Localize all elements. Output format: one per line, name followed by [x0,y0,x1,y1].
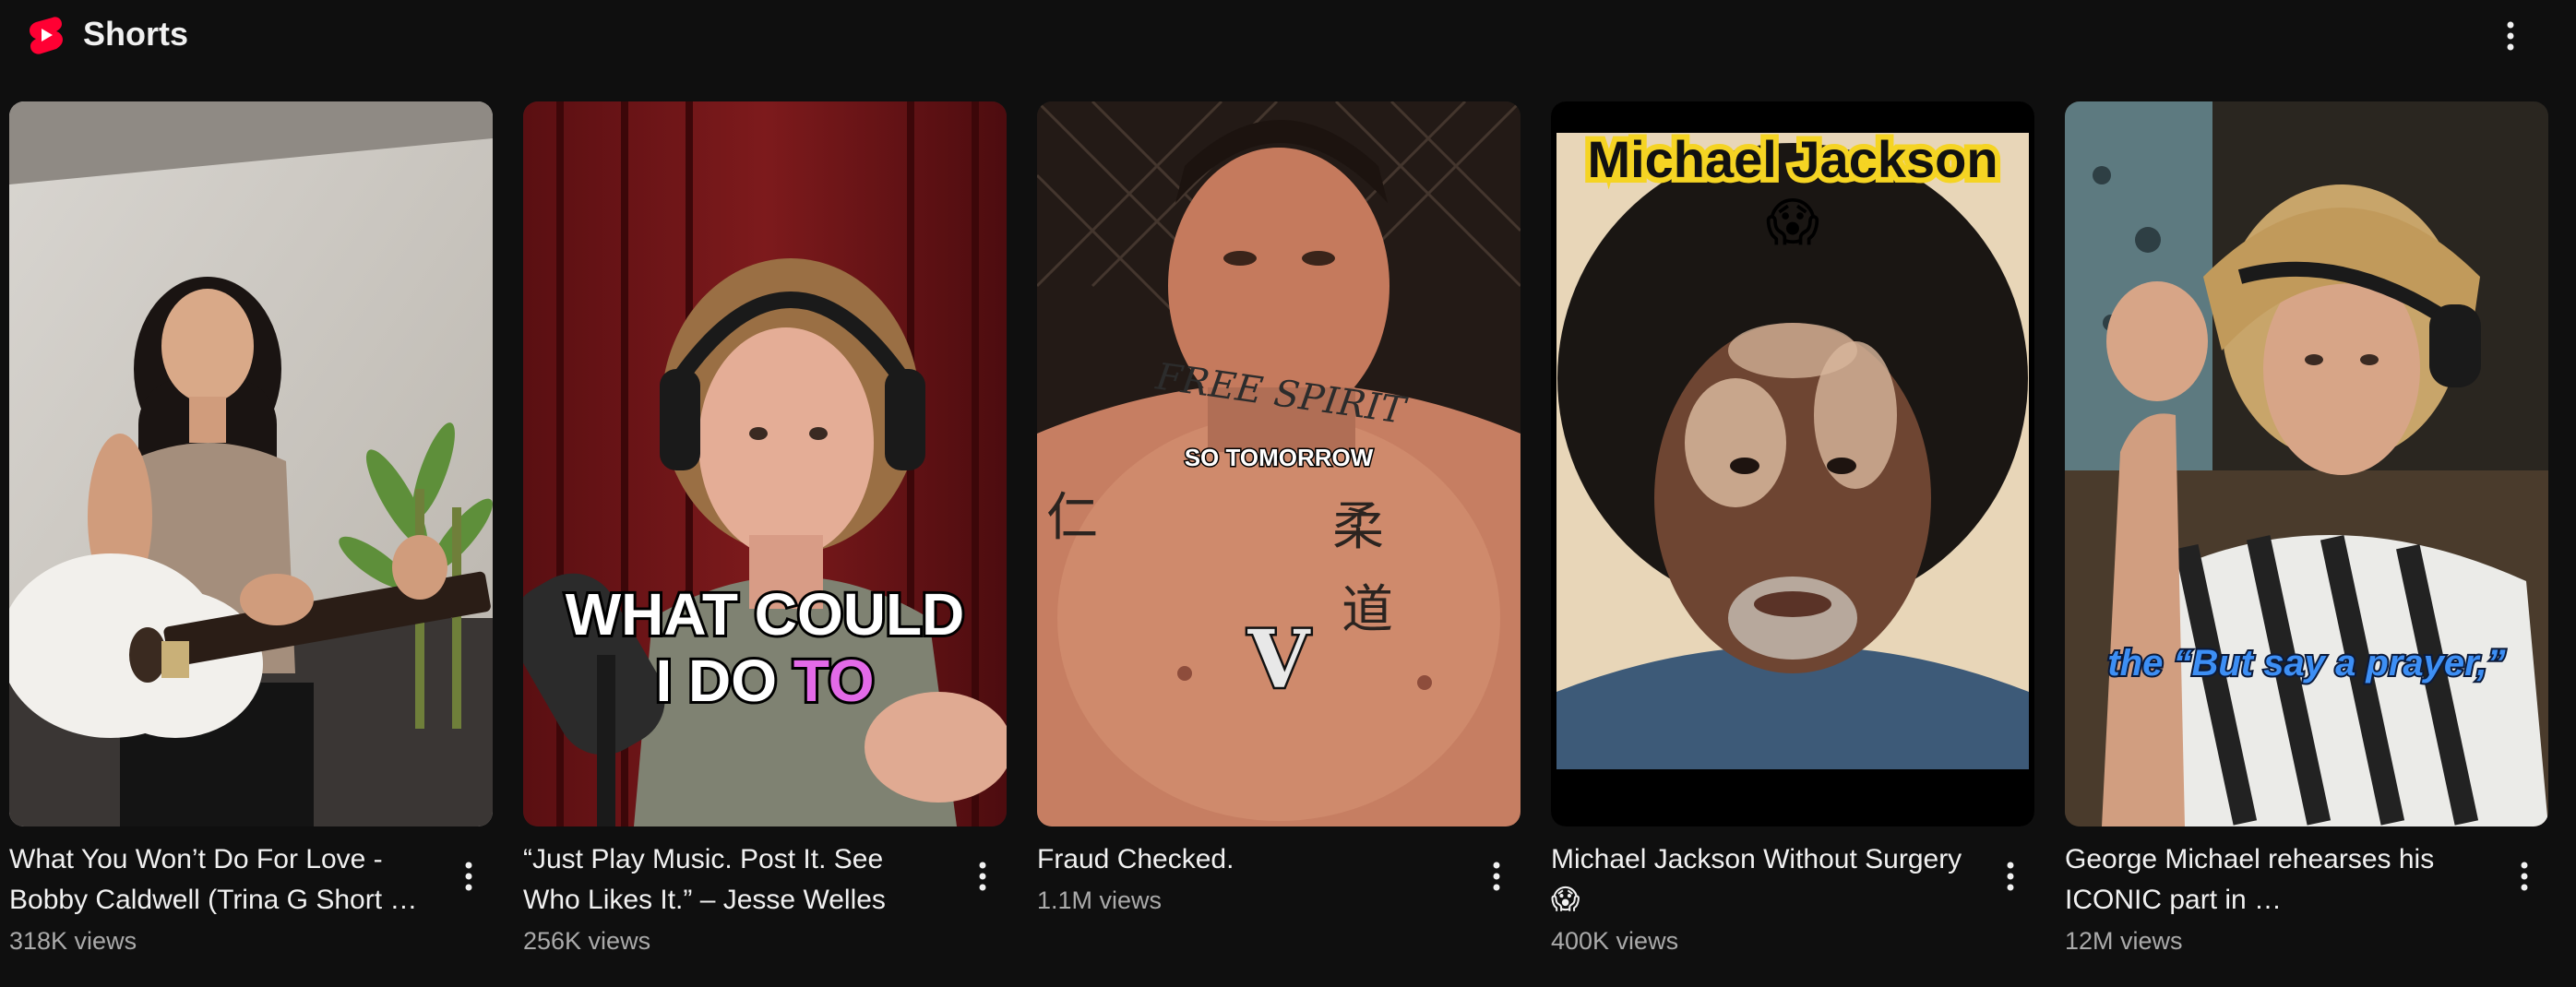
short-card[interactable]: What You Won’t Do For Love - Bobby Caldw… [9,101,493,987]
svg-text:仁: 仁 [1046,488,1098,548]
caption-overlay: WHAT COULD [566,581,965,648]
short-card[interactable]: the “But say a prayer,” George Michael r… [2065,101,2548,987]
short-title[interactable]: Michael Jackson Without Surgery 😱 [1551,839,1966,921]
short-view-count: 318K views [9,927,137,955]
short-title[interactable]: “Just Play Music. Post It. See Who Likes… [523,839,938,921]
shorts-card-list: What You Won’t Do For Love - Bobby Caldw… [9,101,2567,987]
caption-overlay: I DO TO [655,648,874,714]
more-vert-icon[interactable] [1473,852,1521,900]
short-title[interactable]: George Michael rehearses his ICONIC part… [2065,839,2480,921]
more-vert-icon[interactable] [959,852,1007,900]
more-vert-icon[interactable] [1986,852,2034,900]
youtube-shorts-icon [30,17,63,54]
caption-overlay: SO TOMORROW [1185,444,1374,471]
short-view-count: 12M views [2065,927,2183,955]
caption-overlay: Michael Jackson [1587,130,1998,188]
short-thumbnail[interactable]: WHAT COULD I DO TO [523,101,1007,826]
short-thumbnail[interactable]: FREE SPIRIT 仁 柔 道 SO TOMORROW V [1037,101,1521,826]
shelf-header: Shorts [0,0,2576,72]
short-card[interactable]: Michael Jackson 😱 Michael Jackson Withou… [1551,101,2034,987]
short-card[interactable]: FREE SPIRIT 仁 柔 道 SO TOMORROW V Fraud Ch… [1037,101,1521,987]
short-thumbnail[interactable] [9,101,493,826]
short-thumbnail[interactable]: the “But say a prayer,” [2065,101,2548,826]
short-card[interactable]: WHAT COULD I DO TO “Just Play Music. Pos… [523,101,1007,987]
short-view-count: 400K views [1551,927,1679,955]
short-thumbnail[interactable]: Michael Jackson 😱 [1551,101,2034,826]
short-title[interactable]: What You Won’t Do For Love - Bobby Caldw… [9,839,424,921]
short-view-count: 256K views [523,927,651,955]
emoji-overlay: 😱 [1766,193,1819,251]
short-title[interactable]: Fraud Checked. [1037,839,1452,880]
shorts-shelf: Shorts What You Won’t Do For Love - Bobb… [0,0,2576,987]
svg-text:柔: 柔 [1332,497,1384,557]
shelf-title: Shorts [83,15,189,53]
more-vert-icon[interactable] [2491,17,2530,55]
svg-text:道: 道 [1342,580,1393,640]
more-vert-icon[interactable] [445,852,493,900]
channel-logo-overlay: V [1247,613,1311,707]
more-vert-icon[interactable] [2500,852,2548,900]
short-view-count: 1.1M views [1037,886,1163,914]
caption-overlay: the “But say a prayer,” [2107,643,2505,684]
